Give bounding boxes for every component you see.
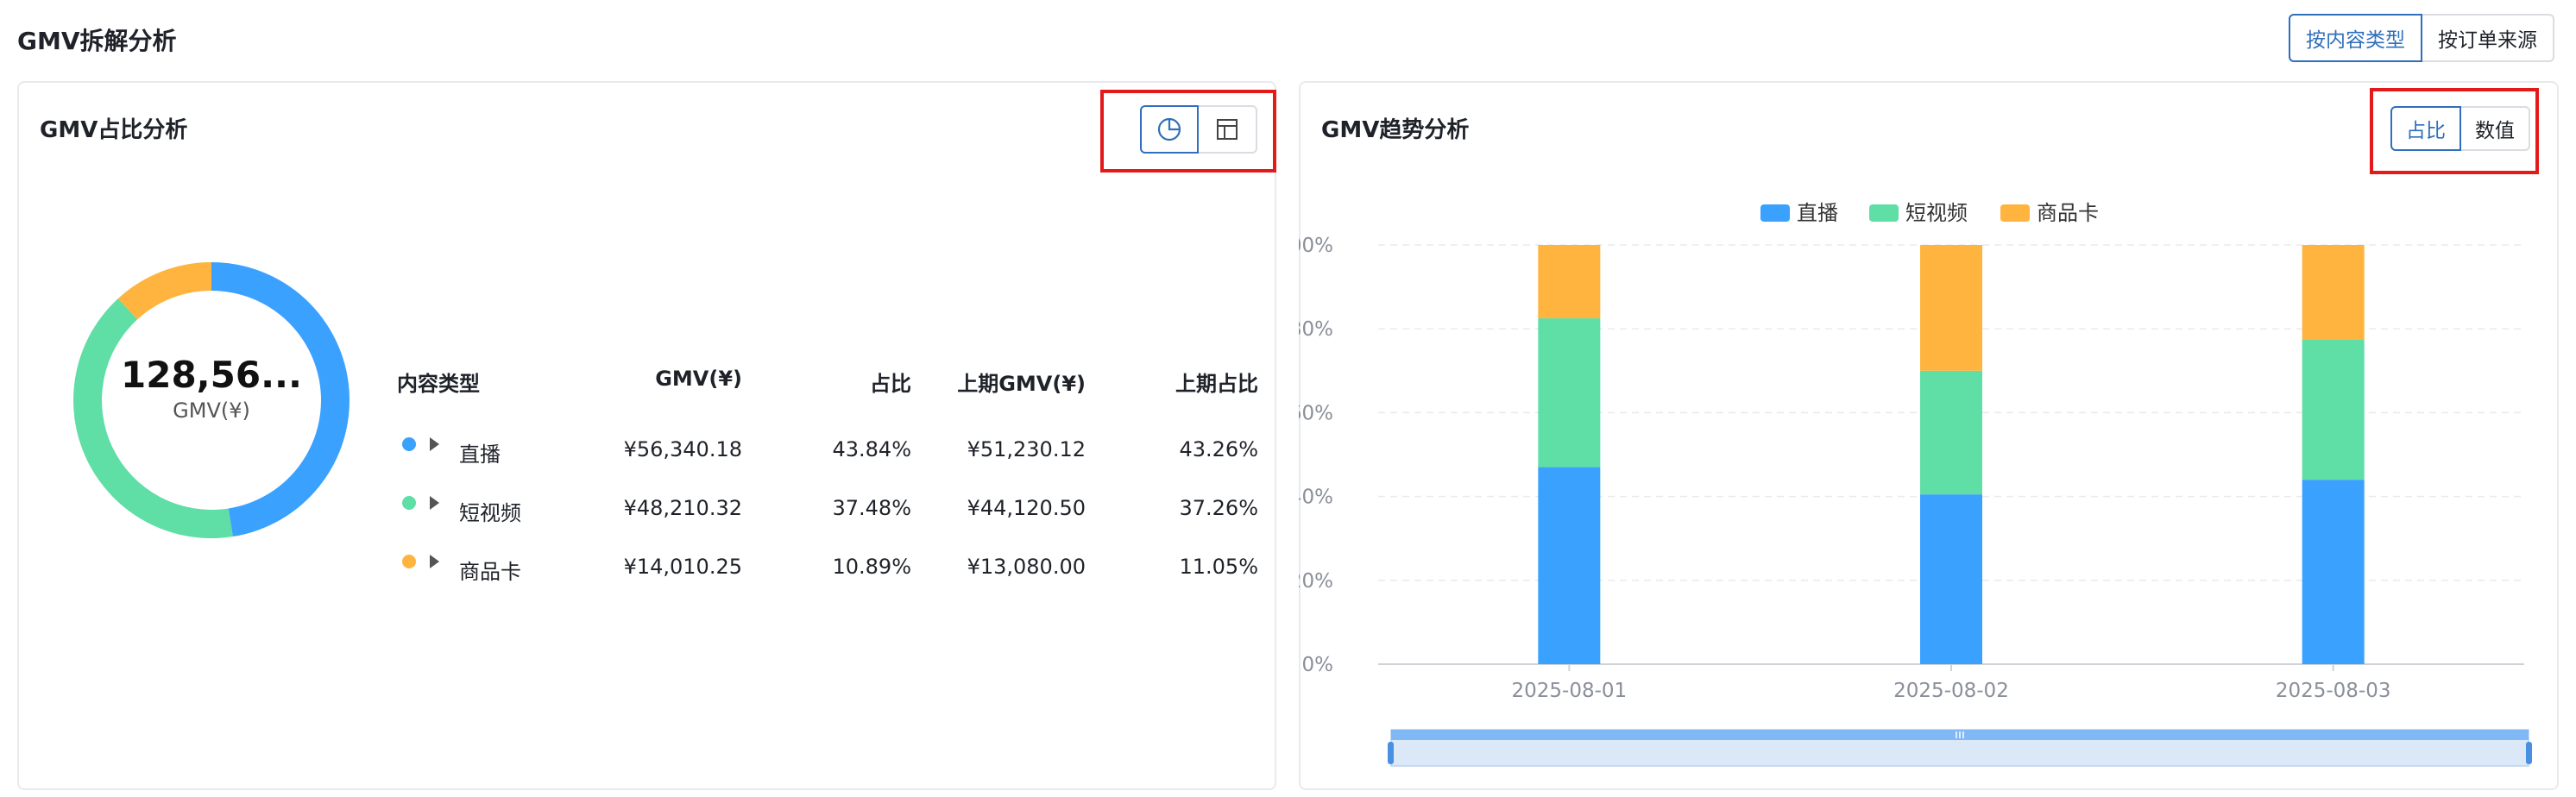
row-prev-share: 37.26% [1179,496,1258,520]
row-prev-gmv: ¥51,230.12 [967,437,1086,461]
page-title: GMV拆解分析 [17,27,177,55]
view-toggle [1140,105,1257,154]
row-name: 短视频 [459,501,521,525]
table-row[interactable]: 直播 ¥56,340.18 43.84% ¥51,230.12 43.26% [397,437,1258,472]
y-tick-label: 0% [1302,654,1334,676]
header-content-type: 内容类型 [397,372,480,396]
y-tick-label: 100% [1299,235,1333,257]
x-tick-label: 2025-08-01 [1511,680,1627,702]
row-gmv: ¥56,340.18 [623,437,742,461]
pie-view-button[interactable] [1140,105,1199,154]
expand-caret-icon[interactable] [430,555,439,568]
bar-segment[interactable] [2302,339,2365,480]
table-header: 内容类型 GMV(¥) 占比 上期GMV(¥) 上期占比 [397,367,1258,401]
legend-label[interactable]: 商品卡 [2037,201,2099,225]
table-icon [1217,119,1238,140]
legend-dot [402,496,416,510]
gmv-trend-chart: 0% 20% 40% 60% 80% 100% 2025-08-01 2025-08-02 20… [1299,201,2532,767]
row-share: 43.84% [832,437,911,461]
datazoom-handle-left[interactable] [1388,742,1394,764]
y-tick-label: 60% [1299,402,1333,424]
table-row[interactable]: 商品卡 ¥14,010.25 10.89% ¥13,080.00 11.05% [397,555,1258,589]
row-prev-share: 43.26% [1179,437,1258,461]
row-prev-gmv: ¥13,080.00 [967,555,1086,579]
legend-swatch[interactable] [1869,204,1899,222]
x-tick-label: 2025-08-02 [1893,680,2009,702]
legend-dot [402,437,416,451]
pie-chart-icon [1157,117,1181,141]
row-gmv: ¥14,010.25 [623,555,742,579]
toggle-by-order-source[interactable]: 按订单来源 [2422,14,2554,62]
row-name: 直播 [459,442,501,467]
bar-segment[interactable] [1538,467,1601,664]
y-tick-label: 20% [1299,570,1333,593]
bar-segment[interactable] [1920,494,1982,664]
row-prev-gmv: ¥44,120.50 [967,496,1086,520]
row-prev-share: 11.05% [1179,555,1258,579]
header-prev-gmv: 上期GMV(¥) [957,372,1086,396]
gmv-share-title: GMV占比分析 [40,117,188,143]
header-gmv: GMV(¥) [655,367,742,391]
content-source-toggle: 按内容类型 按订单来源 [2289,14,2554,62]
legend-label[interactable]: 直播 [1797,201,1838,225]
bar-segment[interactable] [1920,370,1982,495]
bar-segment[interactable] [1920,245,1982,371]
row-share: 37.48% [832,496,911,520]
legend-dot [402,555,416,568]
row-name: 商品卡 [459,560,521,584]
legend-swatch[interactable] [2000,204,2030,222]
donut-slice[interactable] [117,262,211,320]
datazoom-handle-right[interactable] [2526,742,2532,764]
bar-segment[interactable] [1538,318,1601,468]
table-row[interactable]: 短视频 ¥48,210.32 37.48% ¥44,120.50 37.26% [397,496,1258,530]
row-share: 10.89% [832,555,911,579]
y-tick-label: 80% [1299,318,1333,341]
legend-label[interactable]: 短视频 [1905,201,1968,225]
header-share: 占比 [870,372,911,396]
legend-swatch[interactable] [1760,204,1790,222]
header-prev-share: 上期占比 [1175,372,1258,396]
toggle-by-content-type[interactable]: 按内容类型 [2289,14,2422,62]
donut-total-value: 128,56... [121,354,302,396]
expand-caret-icon[interactable] [430,437,439,451]
table-view-button[interactable] [1199,105,1257,154]
bar-segment[interactable] [1538,245,1601,319]
bar-segment[interactable] [2302,480,2365,664]
donut-total-label: GMV(¥) [173,398,250,423]
y-tick-label: 40% [1299,486,1333,509]
x-tick-label: 2025-08-03 [2276,680,2391,702]
row-gmv: ¥48,210.32 [623,496,742,520]
expand-caret-icon[interactable] [430,496,439,510]
bar-segment[interactable] [2302,245,2365,340]
